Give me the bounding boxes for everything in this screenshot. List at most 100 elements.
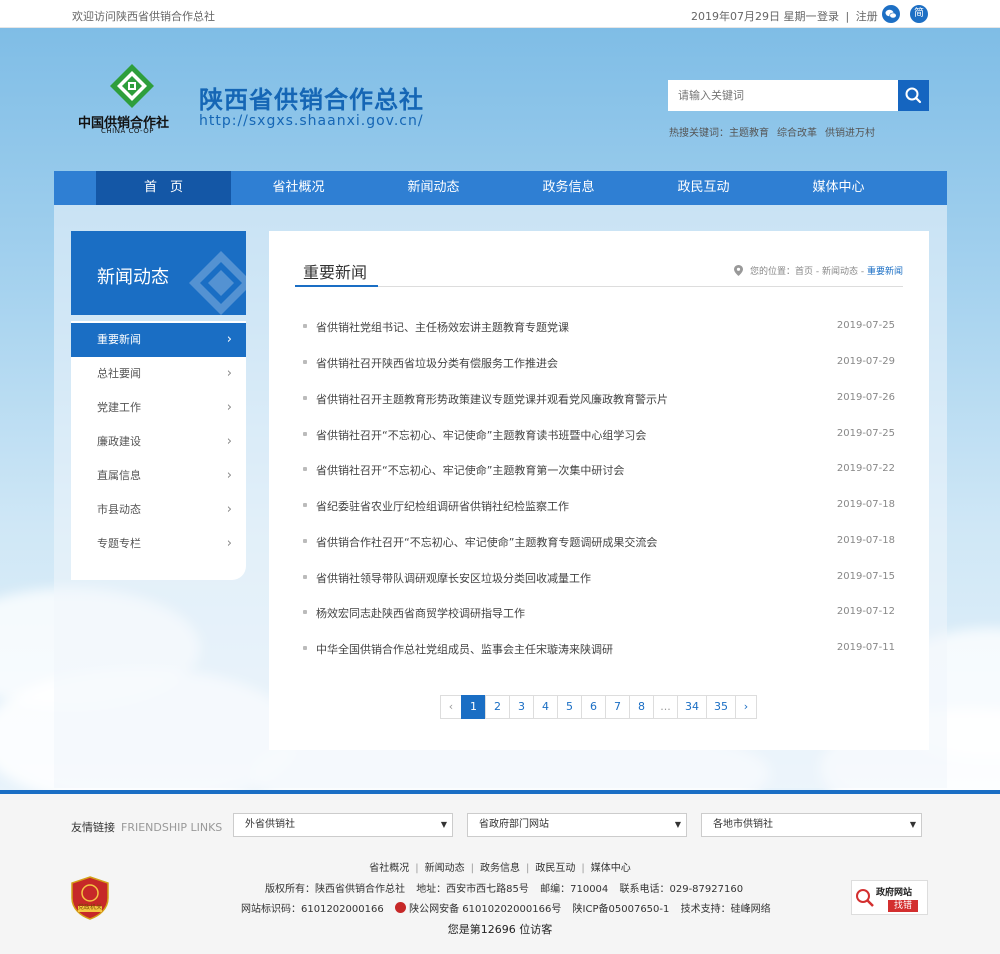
dropdown-arrow-icon: ▼ xyxy=(909,820,916,829)
provincial-coop-select[interactable]: 外省供销社 ▼ xyxy=(233,813,453,837)
copyright: 版权所有：陕西省供销合作总社 xyxy=(265,884,405,895)
sidebar-item-party-building[interactable]: 党建工作 › xyxy=(71,391,246,425)
visitor-counter: 您是第12696 位访客 xyxy=(447,923,553,936)
breadcrumb-separator: - xyxy=(858,267,867,277)
sidebar-item-integrity[interactable]: 廉政建设 › xyxy=(71,425,246,459)
list-item[interactable]: 省供销社召开“不忘初心、牢记使命”主题教育第一次集中研讨会 2019-07-22 xyxy=(303,460,895,480)
police-record[interactable]: 陕公网安备 61010202000166号 xyxy=(409,904,561,915)
news-title[interactable]: 省供销社召开“不忘初心、牢记使命”主题教育第一次集中研讨会 xyxy=(316,462,624,478)
list-item[interactable]: 中华全国供销合作总社党组成员、监事会主任宋璇涛来陕调研 2019-07-11 xyxy=(303,639,895,659)
login-link[interactable]: 登录 xyxy=(817,10,839,23)
nav-item-news[interactable]: 新闻动态 xyxy=(366,171,501,205)
sidebar-item-label: 党建工作 xyxy=(97,401,141,414)
footer-link[interactable]: 新闻动态 xyxy=(425,863,465,874)
news-title[interactable]: 省供销社召开陕西省垃圾分类有偿服务工作推进会 xyxy=(316,355,558,371)
pagination-prev[interactable]: ‹ xyxy=(440,695,462,719)
news-title[interactable]: 省供销社召开“不忘初心、牢记使命”主题教育读书班暨中心组学习会 xyxy=(316,427,646,443)
postcode: 邮编：710004 xyxy=(540,884,609,895)
pagination-page[interactable]: 35 xyxy=(706,695,736,719)
sidebar-item-label: 市县动态 xyxy=(97,503,141,516)
chevron-right-icon: › xyxy=(226,366,232,381)
pagination-next[interactable]: › xyxy=(735,695,757,719)
site-code: 网站标识码：6101202000166 xyxy=(241,904,384,915)
pagination-page[interactable]: 4 xyxy=(533,695,558,719)
main-nav: 首 页 省社概况 新闻动态 政务信息 政民互动 媒体中心 xyxy=(54,171,947,205)
list-item[interactable]: 杨效宏同志赴陕西省商贸学校调研指导工作 2019-07-12 xyxy=(303,603,895,623)
nav-item-home[interactable]: 首 页 xyxy=(96,171,231,205)
footer-link[interactable]: 政务信息 xyxy=(480,863,520,874)
pagination-page[interactable]: 34 xyxy=(677,695,707,719)
city-coop-select[interactable]: 各地市供销社 ▼ xyxy=(701,813,922,837)
friendship-links-label: 友情链接 FRIENDSHIP LINKS xyxy=(71,819,222,835)
register-link[interactable]: 注册 xyxy=(856,10,878,23)
pagination-page[interactable]: 6 xyxy=(581,695,606,719)
news-date: 2019-07-29 xyxy=(836,356,895,367)
heading-underline xyxy=(295,285,378,287)
news-title[interactable]: 省供销合作社召开“不忘初心、牢记使命”主题教育专题调研成果交流会 xyxy=(316,534,657,550)
tech-support: 技术支持：硅峰网络 xyxy=(680,904,771,915)
simplified-chinese-toggle[interactable]: 简 xyxy=(910,5,928,23)
logo-english-text: CHINA CO-OP xyxy=(101,127,155,135)
pagination-page[interactable]: 8 xyxy=(629,695,654,719)
sidebar-item-county-news[interactable]: 市县动态 › xyxy=(71,493,246,527)
hot-keyword[interactable]: 综合改革 xyxy=(777,128,817,139)
list-item[interactable]: 省供销合作社召开“不忘初心、牢记使命”主题教育专题调研成果交流会 2019-07-… xyxy=(303,532,895,552)
news-title[interactable]: 省纪委驻省农业厅纪检组调研省供销社纪检监察工作 xyxy=(316,498,569,514)
news-title[interactable]: 省供销社党组书记、主任杨效宏讲主题教育专题党课 xyxy=(316,319,569,335)
breadcrumb-separator: - xyxy=(813,267,822,277)
shield-icon xyxy=(71,876,109,920)
list-item[interactable]: 省供销社召开主题教育形势政策建议专题党课并观看党风廉政教育警示片 2019-07-… xyxy=(303,389,895,409)
hot-keywords-label: 热搜关键词： xyxy=(669,128,729,139)
nav-item-government-info[interactable]: 政务信息 xyxy=(501,171,636,205)
breadcrumb-home[interactable]: 首页 xyxy=(795,267,813,277)
search-button[interactable] xyxy=(898,80,929,111)
news-date: 2019-07-12 xyxy=(836,606,895,617)
search-input[interactable] xyxy=(668,80,898,111)
find-error-label: 找错 xyxy=(888,900,919,912)
news-title[interactable]: 省供销社领导带队调研观摩长安区垃圾分类回收减量工作 xyxy=(316,570,591,586)
footer-link[interactable]: 媒体中心 xyxy=(591,863,631,874)
pagination-page[interactable]: 2 xyxy=(485,695,510,719)
hot-keyword[interactable]: 主题教育 xyxy=(729,128,769,139)
select-value: 省政府部门网站 xyxy=(479,819,549,830)
dropdown-arrow-icon: ▼ xyxy=(674,820,681,829)
sidebar-item-affiliates[interactable]: 直属信息 › xyxy=(71,459,246,493)
news-title[interactable]: 中华全国供销合作总社党组成员、监事会主任宋璇涛来陕调研 xyxy=(316,641,613,657)
list-item[interactable]: 省纪委驻省农业厅纪检组调研省供销社纪检监察工作 2019-07-18 xyxy=(303,496,895,516)
sidebar-item-label: 专题专栏 xyxy=(97,537,141,550)
sidebar-menu: 重要新闻 › 总社要闻 › 党建工作 › 廉政建设 › 直属信息 › 市县动态 › 专题专栏… xyxy=(71,321,246,580)
sidebar-item-label: 总社要闻 xyxy=(97,367,141,380)
breadcrumb-parent[interactable]: 新闻动态 xyxy=(822,267,858,277)
footer-link[interactable]: 省社概况 xyxy=(369,863,409,874)
list-item[interactable]: 省供销社领导带队调研观摩长安区垃圾分类回收减量工作 2019-07-15 xyxy=(303,568,895,588)
pagination-page[interactable]: 1 xyxy=(461,695,486,719)
government-site-select[interactable]: 省政府部门网站 ▼ xyxy=(467,813,687,837)
magnifier-icon xyxy=(856,889,874,907)
sidebar-item-important-news[interactable]: 重要新闻 › xyxy=(71,323,246,357)
top-bar: 欢迎访问陕西省供销合作总社 2019年07月29日 星期一 登录 | 注册 简 xyxy=(0,0,1000,28)
pagination-page[interactable]: 5 xyxy=(557,695,582,719)
news-date: 2019-07-26 xyxy=(836,392,895,403)
news-title[interactable]: 省供销社召开主题教育形势政策建议专题党课并观看党风廉政教育警示片 xyxy=(316,391,668,407)
nav-item-media[interactable]: 媒体中心 xyxy=(771,171,906,205)
hot-keyword[interactable]: 供销进万村 xyxy=(825,128,875,139)
news-title[interactable]: 杨效宏同志赴陕西省商贸学校调研指导工作 xyxy=(316,605,525,621)
nav-item-interaction[interactable]: 政民互动 xyxy=(636,171,771,205)
footer-link[interactable]: 政民互动 xyxy=(535,863,575,874)
chevron-right-icon: › xyxy=(226,468,232,483)
sidebar-item-headquarters-news[interactable]: 总社要闻 › xyxy=(71,357,246,391)
list-item[interactable]: 省供销社召开“不忘初心、牢记使命”主题教育读书班暨中心组学习会 2019-07-2… xyxy=(303,425,895,445)
wechat-icon[interactable] xyxy=(882,5,900,23)
site-title[interactable]: 陕西省供销合作总社 xyxy=(199,80,424,115)
pagination-page[interactable]: 3 xyxy=(509,695,534,719)
list-item[interactable]: 省供销社党组书记、主任杨效宏讲主题教育专题党课 2019-07-25 xyxy=(303,317,895,337)
sidebar-item-special-topics[interactable]: 专题专栏 › xyxy=(71,527,246,561)
party-government-badge[interactable] xyxy=(70,876,110,920)
nav-item-overview[interactable]: 省社概况 xyxy=(231,171,366,205)
pagination-page[interactable]: 7 xyxy=(605,695,630,719)
list-item[interactable]: 省供销社召开陕西省垃圾分类有偿服务工作推进会 2019-07-29 xyxy=(303,353,895,373)
content-panel: 重要新闻 您的位置：首页 - 新闻动态 - 重要新闻 省供销社党组书记、主任杨效… xyxy=(269,231,929,750)
icp-record[interactable]: 陕ICP备05007650-1 xyxy=(573,904,670,915)
news-date: 2019-07-22 xyxy=(836,463,895,474)
government-site-error-report[interactable]: 政府网站 找错 xyxy=(851,880,928,915)
